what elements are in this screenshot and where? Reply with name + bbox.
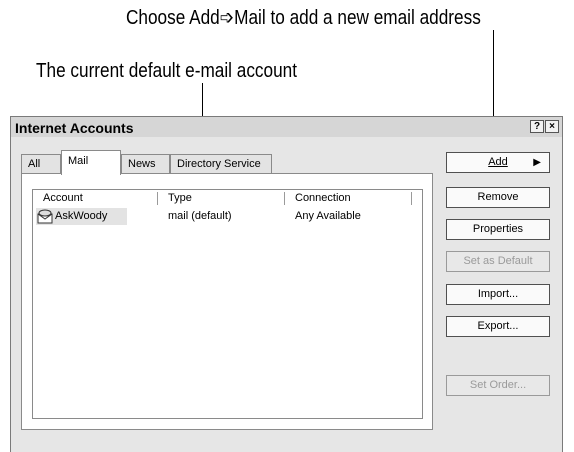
mail-tab-panel: Account Type Connection AskWoody mail (d…	[21, 173, 433, 430]
add-button[interactable]: Add ▶	[446, 152, 550, 173]
tab-mail[interactable]: Mail	[61, 150, 121, 175]
set-as-default-button[interactable]: Set as Default	[446, 251, 550, 272]
export-button[interactable]: Export...	[446, 316, 550, 337]
set-order-button[interactable]: Set Order...	[446, 375, 550, 396]
account-name: AskWoody	[55, 210, 108, 222]
callout-default-account: The current default e-mail account	[36, 60, 298, 82]
help-button[interactable]: ?	[530, 120, 544, 133]
close-button[interactable]: ×	[545, 120, 559, 133]
mail-account-icon	[37, 209, 55, 230]
add-button-label: Add	[488, 156, 508, 168]
submenu-arrow-icon: ▶	[533, 157, 541, 168]
column-separator[interactable]	[411, 192, 412, 205]
tab-news[interactable]: News	[121, 154, 170, 174]
list-item[interactable]: AskWoody mail (default) Any Available	[33, 208, 422, 225]
accounts-list[interactable]: Account Type Connection AskWoody mail (d…	[32, 189, 423, 419]
column-header-connection[interactable]: Connection	[285, 190, 411, 207]
column-header-type[interactable]: Type	[158, 190, 284, 207]
properties-button[interactable]: Properties	[446, 219, 550, 240]
tab-all[interactable]: All	[21, 154, 61, 174]
callout-add-mail: Choose Add➩Mail to add a new email addre…	[126, 7, 481, 29]
account-type: mail (default)	[168, 210, 232, 222]
title-bar: Internet Accounts ? ×	[11, 117, 562, 137]
import-button[interactable]: Import...	[446, 284, 550, 305]
remove-button[interactable]: Remove	[446, 187, 550, 208]
tab-directory-service[interactable]: Directory Service	[170, 154, 272, 174]
internet-accounts-dialog: Internet Accounts ? × All News Directory…	[10, 116, 563, 452]
dialog-title: Internet Accounts	[15, 120, 134, 136]
column-header-account[interactable]: Account	[33, 190, 159, 207]
account-connection: Any Available	[295, 210, 361, 222]
tab-strip: All News Directory Service Mail	[21, 150, 421, 175]
